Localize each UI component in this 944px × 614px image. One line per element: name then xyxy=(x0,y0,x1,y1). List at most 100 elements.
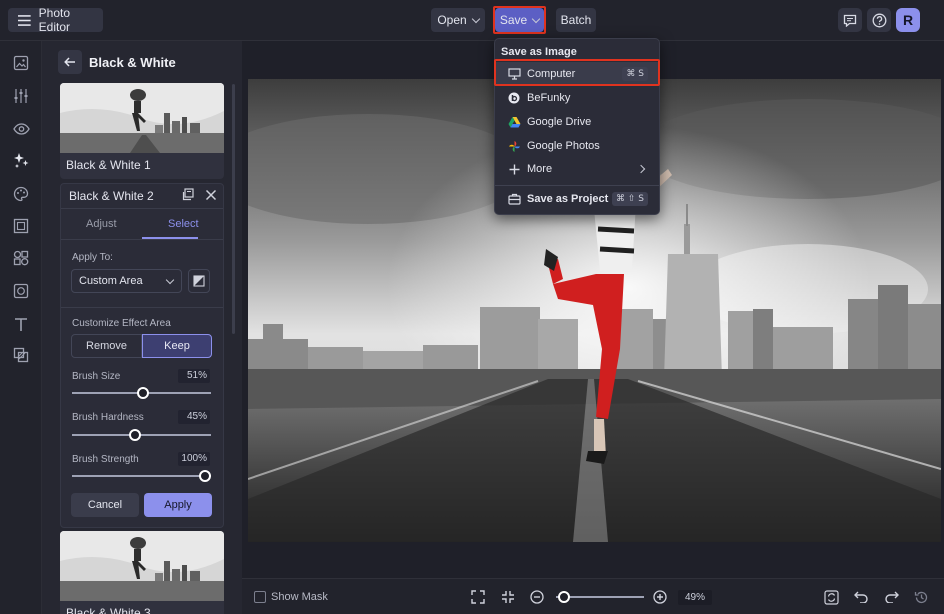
help-icon xyxy=(872,13,886,27)
actual-size-icon[interactable] xyxy=(497,586,519,608)
brush-hardness-label: Brush Hardness xyxy=(72,412,144,423)
help-button[interactable] xyxy=(867,8,891,32)
preset-card-1[interactable]: Black & White 1 xyxy=(60,83,224,179)
fit-screen-icon[interactable] xyxy=(467,586,489,608)
remove-button[interactable]: Remove xyxy=(71,334,142,358)
comments-button[interactable] xyxy=(838,8,862,32)
brush-strength-label: Brush Strength xyxy=(72,454,139,465)
save-befunky-label: BeFunky xyxy=(527,92,571,104)
briefcase-icon xyxy=(507,192,521,206)
undo-icon[interactable] xyxy=(850,586,872,608)
invert-icon xyxy=(193,275,205,287)
chevron-right-icon xyxy=(636,164,646,174)
effects-sparkle-icon[interactable] xyxy=(11,150,31,170)
brush-hardness-value[interactable]: 45% xyxy=(178,410,210,424)
plus-icon xyxy=(507,162,521,176)
back-button[interactable] xyxy=(58,50,82,74)
save-befunky-item[interactable]: BeFunky xyxy=(496,86,660,110)
preset-card-3[interactable]: Black & White 3 xyxy=(60,531,224,614)
zoom-slider[interactable] xyxy=(556,591,644,603)
graphics-shapes-icon[interactable] xyxy=(11,248,31,268)
app-title: Photo Editor xyxy=(38,6,71,34)
frames-icon[interactable] xyxy=(11,216,31,236)
divider xyxy=(61,239,223,240)
save-as-project-label: Save as Project xyxy=(527,193,609,205)
zoom-in-icon[interactable] xyxy=(649,586,671,608)
photo-editor-app: Photo Editor Open Save Batch R Black & W… xyxy=(0,0,944,614)
google-drive-icon xyxy=(507,115,521,129)
brush-size-label: Brush Size xyxy=(72,371,121,382)
save-google-drive-item[interactable]: Google Drive xyxy=(496,110,660,134)
brush-hardness-slider[interactable] xyxy=(72,429,211,441)
zoom-slider-knob[interactable] xyxy=(558,591,570,603)
save-more-item[interactable]: More xyxy=(496,157,660,181)
avatar[interactable]: R xyxy=(896,8,920,32)
brush-size-slider[interactable] xyxy=(72,387,211,399)
eye-icon[interactable] xyxy=(11,119,31,139)
show-mask-label: Show Mask xyxy=(271,591,328,603)
history-icon[interactable] xyxy=(910,586,932,608)
tool-rail xyxy=(0,41,42,614)
apply-button[interactable]: Apply xyxy=(144,493,212,517)
preset-card-label: Black & White 2 xyxy=(69,189,154,203)
hamburger-icon xyxy=(18,14,31,26)
zoom-out-icon[interactable] xyxy=(526,586,548,608)
effect-area-label: Customize Effect Area xyxy=(72,318,171,329)
shortcut-badge: ⌘ ⇧ S xyxy=(612,192,648,206)
close-icon[interactable] xyxy=(205,188,219,202)
refresh-compare-icon[interactable] xyxy=(820,586,842,608)
image-icon[interactable] xyxy=(11,53,31,73)
slider-knob[interactable] xyxy=(136,387,149,399)
preset-card-label: Black & White 3 xyxy=(66,606,151,614)
save-menu-header: Save as Image xyxy=(501,46,577,58)
preset-card-label: Black & White 1 xyxy=(66,158,151,172)
brush-strength-value[interactable]: 100% xyxy=(178,452,210,466)
duplicate-icon[interactable] xyxy=(181,188,195,202)
keep-button[interactable]: Keep xyxy=(142,334,212,358)
panel-scrollbar[interactable] xyxy=(232,84,235,334)
arrow-left-icon xyxy=(64,57,75,67)
open-label: Open xyxy=(437,13,467,27)
invert-selection-button[interactable] xyxy=(188,269,210,293)
tab-adjust[interactable]: Adjust xyxy=(86,218,117,230)
google-photos-icon xyxy=(507,139,521,153)
textures-icon[interactable] xyxy=(11,281,31,301)
batch-button[interactable]: Batch xyxy=(556,8,596,32)
menu-divider xyxy=(495,185,659,186)
show-mask-checkbox[interactable] xyxy=(254,591,266,603)
panel-title: Black & White xyxy=(89,55,176,70)
batch-label: Batch xyxy=(560,13,592,27)
open-button[interactable]: Open xyxy=(431,8,485,32)
computer-item-highlight xyxy=(494,59,660,86)
befunky-icon xyxy=(507,91,521,105)
redo-icon[interactable] xyxy=(880,586,902,608)
apply-to-value: Custom Area xyxy=(79,275,143,287)
save-google-photos-item[interactable]: Google Photos xyxy=(496,134,660,158)
chevron-down-icon xyxy=(165,275,175,284)
tab-select[interactable]: Select xyxy=(168,218,199,230)
save-as-project-item[interactable]: Save as Project ⌘ ⇧ S xyxy=(496,187,660,211)
save-more-label: More xyxy=(527,163,553,175)
brush-strength-slider[interactable] xyxy=(72,470,211,482)
save-button-highlight xyxy=(493,6,546,34)
brush-size-value[interactable]: 51% xyxy=(178,369,210,383)
overlays-icon[interactable] xyxy=(11,345,31,365)
chevron-down-icon xyxy=(471,14,480,23)
artsy-palette-icon[interactable] xyxy=(11,184,31,204)
slider-knob[interactable] xyxy=(199,470,211,482)
adjust-sliders-icon[interactable] xyxy=(11,86,31,106)
save-google-drive-label: Google Drive xyxy=(527,116,592,128)
save-google-photos-label: Google Photos xyxy=(527,140,600,152)
preset-thumbnail xyxy=(60,83,224,153)
apply-to-label: Apply To: xyxy=(72,252,113,263)
app-menu-button[interactable]: Photo Editor xyxy=(8,6,103,34)
preset-thumbnail xyxy=(60,531,224,601)
cancel-button[interactable]: Cancel xyxy=(71,493,139,517)
divider xyxy=(61,208,223,209)
text-icon[interactable] xyxy=(11,314,31,334)
comment-icon xyxy=(843,14,857,27)
top-bar: Photo Editor Open Save Batch R xyxy=(0,0,944,41)
divider xyxy=(61,307,223,308)
zoom-value[interactable]: 49% xyxy=(678,590,712,605)
apply-to-select[interactable]: Custom Area xyxy=(71,269,182,293)
